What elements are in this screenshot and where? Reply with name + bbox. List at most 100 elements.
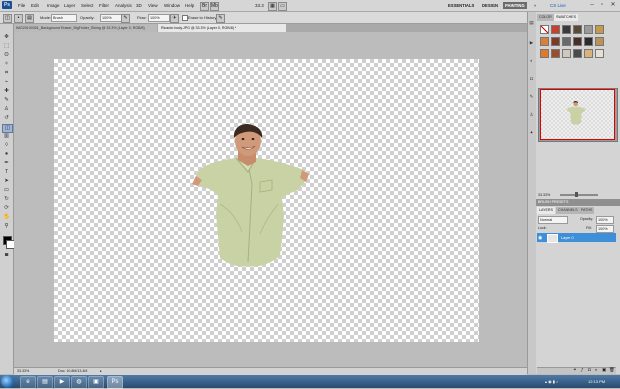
taskbar-media-icon[interactable]: ▶ xyxy=(54,376,70,389)
layer-mask-icon[interactable]: ◘ xyxy=(588,367,591,373)
history-panel-icon[interactable]: ▤ xyxy=(529,20,534,26)
layer-fx-icon[interactable]: ƒ xyxy=(581,367,584,373)
photoshop-logo-icon[interactable]: Ps xyxy=(2,1,12,9)
swatch-charcoal[interactable] xyxy=(584,37,593,46)
menu-help[interactable]: Help xyxy=(185,2,194,9)
blur-tool-icon[interactable]: ◊ xyxy=(2,142,11,149)
eraser-tool-preset-icon[interactable]: ◫ xyxy=(3,14,12,23)
menu-edit[interactable]: Edit xyxy=(31,2,39,9)
zoom-level-select[interactable]: 33.3 xyxy=(255,2,264,9)
menu-window[interactable]: Window xyxy=(164,2,180,9)
swatch-dark[interactable] xyxy=(562,25,571,34)
3d-orbit-tool-icon[interactable]: ⟳ xyxy=(2,205,11,212)
shape-tool-icon[interactable]: ▭ xyxy=(2,187,11,194)
brush-tool-icon[interactable]: ✎ xyxy=(2,97,11,104)
menu-file[interactable]: File xyxy=(18,2,25,9)
swatch-brown[interactable] xyxy=(573,25,582,34)
tab-channels[interactable]: CHANNELS xyxy=(556,207,580,214)
dodge-tool-icon[interactable]: ● xyxy=(2,151,11,158)
screen-mode-icon[interactable]: ▭ xyxy=(278,2,287,11)
adjustments-panel-icon[interactable]: ◐ xyxy=(529,58,534,64)
swatch-cream[interactable] xyxy=(595,49,604,58)
menu-filter[interactable]: Filter xyxy=(99,2,109,9)
status-zoom[interactable]: 33.33% xyxy=(17,368,29,374)
taskbar-explorer-icon[interactable]: ▤ xyxy=(37,376,53,389)
menu-select[interactable]: Select xyxy=(81,2,94,9)
menu-3d[interactable]: 3D xyxy=(136,2,142,9)
swatch-gray[interactable] xyxy=(584,25,593,34)
lasso-tool-icon[interactable]: ʘ xyxy=(2,52,11,59)
workspace-design[interactable]: DESIGN xyxy=(480,2,500,9)
taskbar-app-icon[interactable]: ▣ xyxy=(88,376,104,389)
tool-presets-panel-icon[interactable]: ✎ xyxy=(529,94,534,100)
hand-tool-icon[interactable]: ✋ xyxy=(2,214,11,221)
blend-mode-select[interactable]: Normal xyxy=(538,216,568,224)
mode-select[interactable]: Brush xyxy=(51,14,77,22)
type-tool-icon[interactable]: T xyxy=(2,169,11,176)
actions-panel-icon[interactable]: ▶ xyxy=(529,40,534,46)
layer-name[interactable]: Layer 0 xyxy=(561,235,574,241)
swatch-orange[interactable] xyxy=(540,37,549,46)
eyedropper-tool-icon[interactable]: ⌁ xyxy=(2,79,11,86)
move-tool-icon[interactable]: ✥ xyxy=(2,34,11,41)
swatch-sand[interactable] xyxy=(584,49,593,58)
tray-clock[interactable]: 12:13 PM xyxy=(588,378,605,385)
tab-layers[interactable]: LAYERS xyxy=(537,207,555,214)
navigator-zoom-value[interactable]: 33.33% xyxy=(538,192,550,198)
taskbar-ie-icon[interactable]: e xyxy=(20,376,36,389)
clone-stamp-tool-icon[interactable]: ♙ xyxy=(2,106,11,113)
bridge-icon[interactable]: Br xyxy=(200,2,209,11)
layer-visibility-eye-icon[interactable]: ◉ xyxy=(538,235,542,241)
start-button-icon[interactable] xyxy=(1,375,14,388)
minimize-icon[interactable]: – xyxy=(588,1,596,9)
masks-panel-icon[interactable]: ◘ xyxy=(529,76,534,82)
opacity-field[interactable]: 100% xyxy=(100,14,122,22)
pressure-opacity-icon[interactable]: ✎ xyxy=(121,14,130,23)
tab-document-2[interactable]: Ricardo body.JPG @ 33.3% (Layer 0, RGB/8… xyxy=(158,24,286,32)
marquee-tool-icon[interactable]: ⬚ xyxy=(2,43,11,50)
new-layer-icon[interactable]: ▣ xyxy=(602,367,606,373)
swatch-tan[interactable] xyxy=(595,37,604,46)
clone-source-panel-icon[interactable]: ♙ xyxy=(529,112,534,118)
tab-swatches[interactable]: SWATCHES xyxy=(554,14,578,21)
brush-panel-icon[interactable]: ▤ xyxy=(25,14,34,23)
tab-document-1[interactable]: IMG20100301_Background Eraser_BigFolder_… xyxy=(13,24,157,32)
layer-link-icon[interactable]: ⚭ xyxy=(573,367,577,373)
swatch-gold[interactable] xyxy=(595,25,604,34)
path-selection-tool-icon[interactable]: ➤ xyxy=(2,178,11,185)
swatch-beige[interactable] xyxy=(562,49,571,58)
healing-brush-tool-icon[interactable]: ✚ xyxy=(2,88,11,95)
fill-field[interactable]: 100% xyxy=(596,225,614,233)
zoom-tool-icon[interactable]: ⚲ xyxy=(2,223,11,230)
history-brush-tool-icon[interactable]: ↺ xyxy=(2,115,11,122)
brush-panel-icon-dock[interactable]: ✦ xyxy=(529,130,534,136)
arrange-documents-icon[interactable]: ▦ xyxy=(268,2,277,11)
swatch-slate[interactable] xyxy=(573,49,582,58)
3d-rotate-tool-icon[interactable]: ↻ xyxy=(2,196,11,203)
swatch-none[interactable] xyxy=(540,25,549,34)
tab-paths[interactable]: PATHS xyxy=(579,207,595,214)
restore-icon[interactable]: ▫ xyxy=(598,1,606,9)
layers-opacity-field[interactable]: 100% xyxy=(596,216,614,224)
flow-field[interactable]: 100% xyxy=(148,14,170,22)
tab-color[interactable]: COLOR xyxy=(537,14,554,21)
brush-size-icon[interactable]: • xyxy=(14,14,23,23)
status-arrow-icon[interactable]: ▸ xyxy=(100,368,102,374)
workspace-more[interactable]: » xyxy=(532,2,538,9)
airbrush-icon[interactable]: ✈ xyxy=(170,14,179,23)
workspace-painting[interactable]: PAINTING xyxy=(503,2,527,9)
tray-icons[interactable]: ▴ ◉ ▮ ♪ xyxy=(545,378,558,385)
navigator-zoom-handle[interactable] xyxy=(575,192,578,197)
crop-tool-icon[interactable]: ⌗ xyxy=(2,70,11,77)
delete-layer-icon[interactable]: 🗑 xyxy=(609,367,615,373)
cs-live-button[interactable]: CS Live xyxy=(550,2,566,9)
menu-layer[interactable]: Layer xyxy=(64,2,75,9)
brush-presets-header[interactable]: BRUSH PRESETS xyxy=(536,199,620,206)
eraser-tool-icon[interactable]: ◫ xyxy=(2,124,13,133)
navigator-zoom-slider[interactable] xyxy=(560,194,598,196)
swatch-rust[interactable] xyxy=(551,37,560,46)
gradient-tool-icon[interactable]: ▥ xyxy=(2,133,11,140)
taskbar-firefox-icon[interactable]: ◍ xyxy=(71,376,87,389)
quick-select-tool-icon[interactable]: ✧ xyxy=(2,61,11,68)
swatch-maroon[interactable] xyxy=(573,37,582,46)
